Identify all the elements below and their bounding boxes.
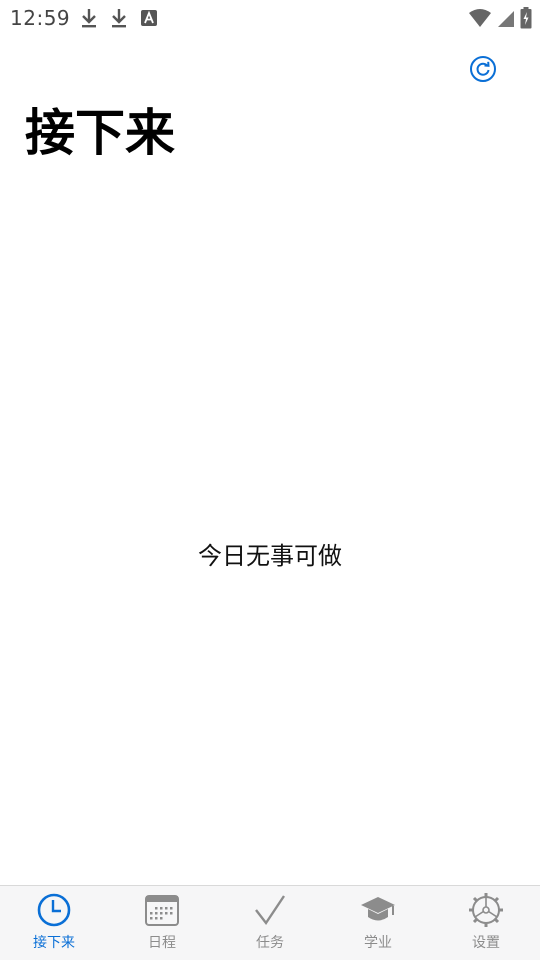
tab-settings[interactable]: 设置 bbox=[432, 886, 540, 960]
graduation-cap-icon bbox=[359, 891, 397, 929]
bottom-tab-bar: 接下来 日程 任务 学业 设置 bbox=[0, 885, 540, 960]
calendar-icon bbox=[143, 891, 181, 929]
status-bar: 12:59 bbox=[0, 0, 540, 36]
wifi-icon bbox=[468, 8, 492, 28]
checkmark-icon bbox=[251, 891, 289, 929]
notification-icons bbox=[80, 6, 158, 30]
status-time: 12:59 bbox=[10, 6, 71, 30]
empty-state-message: 今日无事可做 bbox=[198, 542, 342, 570]
download-icon bbox=[110, 7, 128, 29]
tab-schedule[interactable]: 日程 bbox=[108, 886, 216, 960]
battery-charging-icon bbox=[520, 7, 532, 29]
system-status-icons bbox=[468, 6, 532, 30]
download-icon bbox=[80, 7, 98, 29]
cell-signal-icon bbox=[496, 8, 516, 28]
tab-tasks[interactable]: 任务 bbox=[216, 886, 324, 960]
tab-label: 学业 bbox=[364, 935, 392, 951]
clock-icon bbox=[35, 891, 73, 929]
tab-label: 任务 bbox=[256, 935, 284, 951]
refresh-icon bbox=[470, 56, 496, 82]
tab-label: 日程 bbox=[148, 935, 176, 951]
tab-upcoming[interactable]: 接下来 bbox=[0, 886, 108, 960]
tab-label: 设置 bbox=[472, 935, 500, 951]
page-title: 接下来 bbox=[25, 104, 175, 162]
tab-academics[interactable]: 学业 bbox=[324, 886, 432, 960]
refresh-button[interactable] bbox=[469, 55, 497, 83]
tab-label: 接下来 bbox=[33, 935, 75, 951]
keyboard-a-icon bbox=[140, 9, 158, 27]
gear-icon bbox=[467, 891, 505, 929]
